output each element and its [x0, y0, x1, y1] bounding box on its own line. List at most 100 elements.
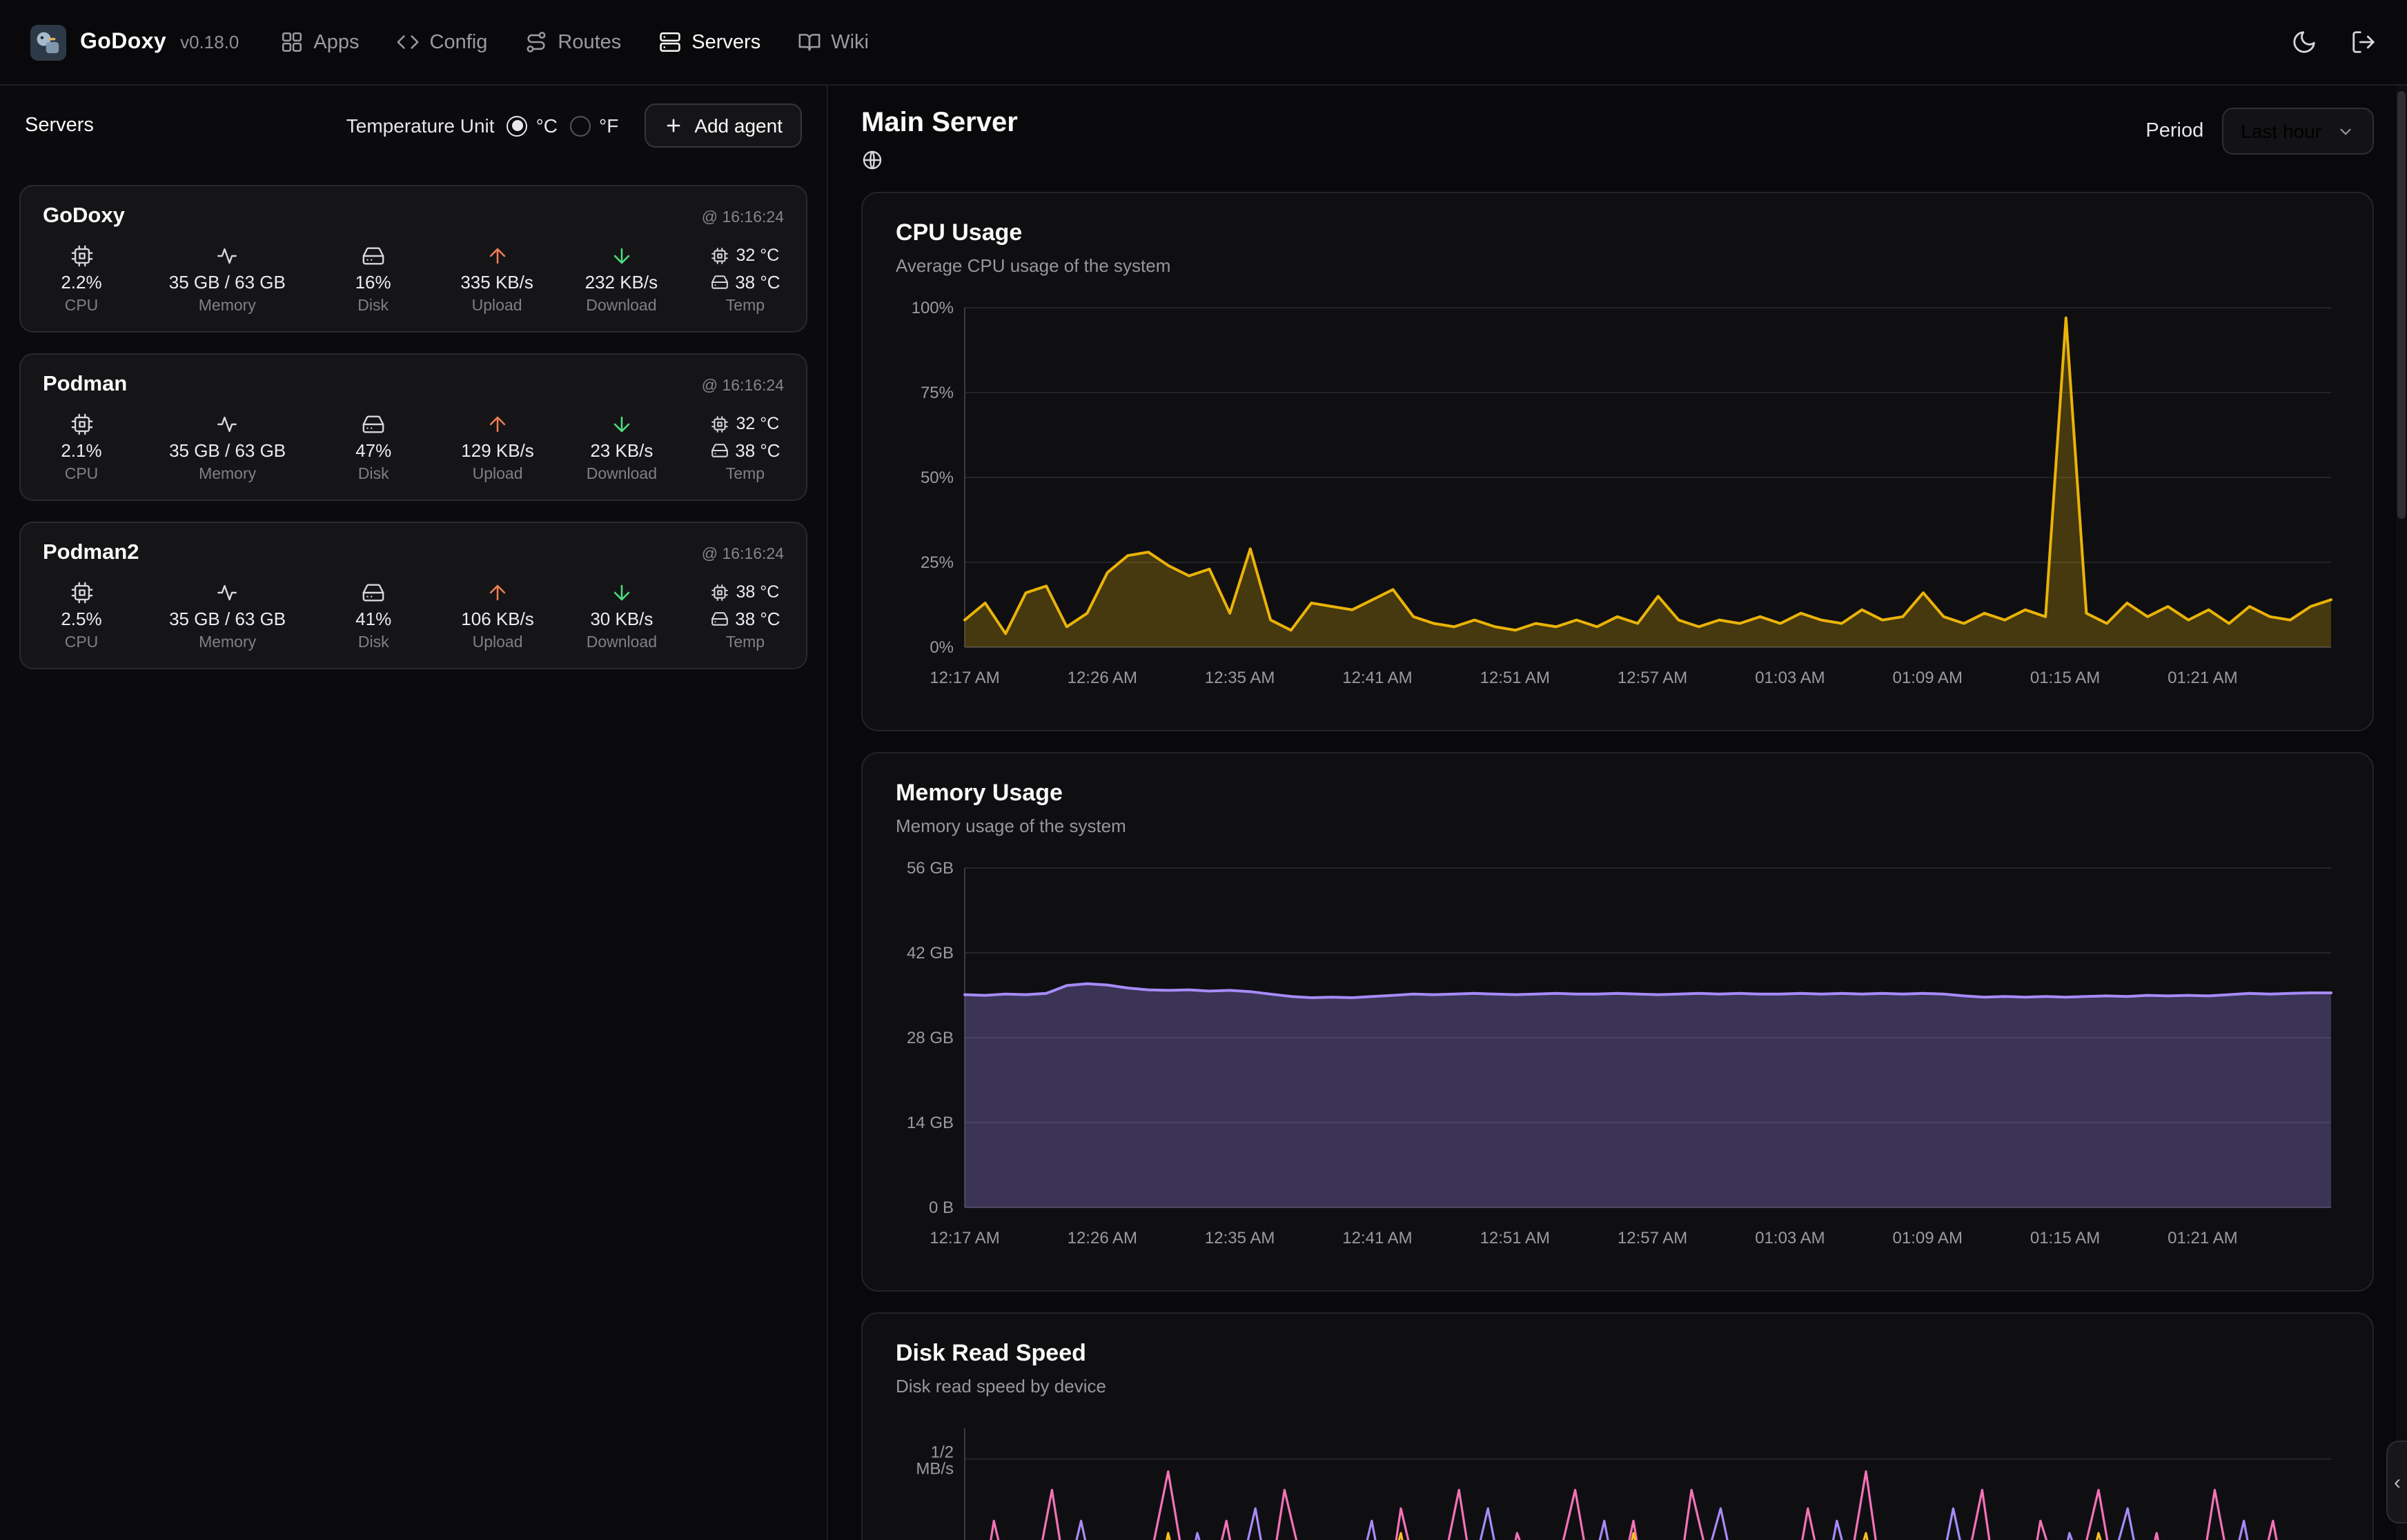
add-agent-button[interactable]: Add agent: [645, 103, 802, 148]
svg-text:01:21 AM: 01:21 AM: [2168, 1229, 2237, 1247]
svg-text:75%: 75%: [921, 384, 954, 402]
nav-item-wiki[interactable]: Wiki: [798, 30, 869, 54]
cpu-usage-chart: 0%25%50%75%100%12:17 AM12:26 AM12:35 AM1…: [896, 294, 2339, 708]
globe-icon[interactable]: [861, 149, 885, 171]
sidebar-title: Servers: [25, 115, 94, 137]
brand[interactable]: GoDoxy v0.18.0: [30, 24, 239, 60]
stat-disk: 47% Disk: [337, 410, 409, 483]
download-label: Download: [587, 635, 657, 651]
svg-text:25%: 25%: [921, 553, 954, 572]
svg-text:01:15 AM: 01:15 AM: [2030, 669, 2100, 687]
server-timestamp: @ 16:16:24: [702, 378, 784, 395]
nav-item-routes[interactable]: Routes: [524, 30, 621, 54]
svg-text:01:09 AM: 01:09 AM: [1893, 669, 1963, 687]
stat-download: 23 KB/s Download: [586, 410, 658, 483]
temp-unit-celsius-radio[interactable]: °C: [507, 115, 558, 137]
svg-text:28 GB: 28 GB: [907, 1029, 954, 1047]
arrow-up-icon: [486, 578, 509, 606]
memory-label: Memory: [199, 466, 256, 483]
server-stack-icon: [658, 30, 682, 54]
stat-memory: 35 GB / 63 GB Memory: [169, 578, 286, 651]
panel-collapse-handle[interactable]: ‹: [2386, 1441, 2407, 1523]
svg-text:12:26 AM: 12:26 AM: [1068, 1229, 1137, 1247]
svg-text:12:35 AM: 12:35 AM: [1205, 669, 1275, 687]
nav-item-apps[interactable]: Apps: [280, 30, 359, 54]
disk-value: 16%: [355, 269, 391, 295]
period-select[interactable]: Last hour: [2221, 108, 2374, 155]
activity-icon: [215, 241, 239, 269]
radio-fahrenheit[interactable]: [570, 115, 591, 136]
chart-subtitle: Memory usage of the system: [896, 816, 2339, 836]
svg-text:12:17 AM: 12:17 AM: [930, 669, 999, 687]
arrow-up-icon: [485, 241, 509, 269]
scrollbar: [2396, 86, 2407, 1540]
memory-label: Memory: [199, 298, 256, 315]
logout-icon[interactable]: [2350, 29, 2377, 55]
memory-label: Memory: [199, 635, 256, 651]
stat-disk: 16% Disk: [337, 241, 409, 315]
theme-toggle-moon-icon[interactable]: [2291, 29, 2317, 55]
svg-text:01:03 AM: 01:03 AM: [1755, 1229, 1825, 1247]
svg-text:01:03 AM: 01:03 AM: [1755, 669, 1825, 687]
scrollbar-thumb[interactable]: [2397, 91, 2406, 519]
server-card-header: Podman @ 16:16:24: [43, 373, 784, 397]
server-card[interactable]: Podman2 @ 16:16:24 2.5% CPU 35 GB / 63 G…: [19, 522, 807, 669]
disk-temp-value: 38 °C: [735, 272, 780, 293]
chevron-left-icon: ‹: [2394, 1470, 2401, 1494]
cpu-temp-icon: [711, 246, 729, 264]
nav-label: Config: [430, 31, 488, 53]
svg-text:12:51 AM: 12:51 AM: [1480, 1229, 1550, 1247]
server-card[interactable]: GoDoxy @ 16:16:24 2.2% CPU 35 GB / 63 GB…: [19, 185, 807, 333]
cpu-label: CPU: [65, 466, 99, 483]
svg-text:12:57 AM: 12:57 AM: [1618, 669, 1687, 687]
hard-drive-icon: [362, 578, 385, 606]
cpu-value: 2.1%: [61, 437, 101, 464]
nav-label: Wiki: [831, 31, 869, 53]
chart-subtitle: Average CPU usage of the system: [896, 255, 2339, 276]
period-value: Last hour: [2241, 120, 2321, 142]
upload-value: 129 KB/s: [461, 437, 534, 464]
download-value: 30 KB/s: [590, 606, 653, 632]
nav-item-servers[interactable]: Servers: [658, 30, 760, 54]
book-open-icon: [798, 30, 821, 54]
temp-unit-fahrenheit-radio[interactable]: °F: [570, 115, 618, 137]
server-card[interactable]: Podman @ 16:16:24 2.1% CPU 35 GB / 63 GB…: [19, 353, 807, 501]
stat-upload: 106 KB/s Upload: [461, 578, 534, 651]
chart-subtitle: Disk read speed by device: [896, 1376, 2339, 1396]
disk-label: Disk: [357, 298, 389, 315]
stat-download: 232 KB/s Download: [585, 241, 658, 315]
godoxy-app: GoDoxy v0.18.0 Apps Config Routes: [0, 0, 2407, 1540]
nav-item-config[interactable]: Config: [397, 30, 488, 54]
radio-celsius[interactable]: [507, 115, 528, 136]
svg-text:42 GB: 42 GB: [907, 944, 954, 962]
upload-label: Upload: [472, 298, 522, 315]
activity-icon: [216, 578, 239, 606]
server-card-header: GoDoxy @ 16:16:24: [43, 204, 784, 229]
nav-label: Servers: [691, 31, 760, 53]
server-timestamp: @ 16:16:24: [702, 546, 784, 563]
nav-label: Apps: [313, 31, 359, 53]
code-icon: [397, 30, 420, 54]
period-control: Period Last hour: [2145, 108, 2374, 155]
arrow-down-icon: [610, 410, 633, 437]
servers-sidebar: Servers Temperature Unit °C °F: [0, 86, 828, 1540]
cpu-chip-icon: [70, 241, 93, 269]
svg-text:12:35 AM: 12:35 AM: [1205, 1229, 1275, 1247]
arrow-down-icon: [610, 578, 633, 606]
main-panel: Main Server Period Last hour C: [828, 86, 2407, 1540]
disk-read-speed-card: Disk Read Speed Disk read speed by devic…: [861, 1312, 2374, 1540]
arrow-down-icon: [609, 241, 633, 269]
brand-name: GoDoxy: [80, 30, 166, 55]
cpu-value: 2.2%: [61, 269, 101, 295]
chart-title: CPU Usage: [896, 219, 2339, 247]
upload-value: 335 KB/s: [460, 269, 533, 295]
svg-text:50%: 50%: [921, 468, 954, 487]
stat-memory: 35 GB / 63 GB Memory: [169, 241, 286, 315]
memory-usage-card: Memory Usage Memory usage of the system …: [861, 752, 2374, 1292]
cpu-label: CPU: [65, 635, 99, 651]
disk-temp-icon: [710, 610, 728, 628]
route-icon: [524, 30, 548, 54]
layout: Servers Temperature Unit °C °F: [0, 86, 2407, 1540]
server-name: Podman: [43, 373, 127, 397]
arrow-up-icon: [486, 410, 509, 437]
